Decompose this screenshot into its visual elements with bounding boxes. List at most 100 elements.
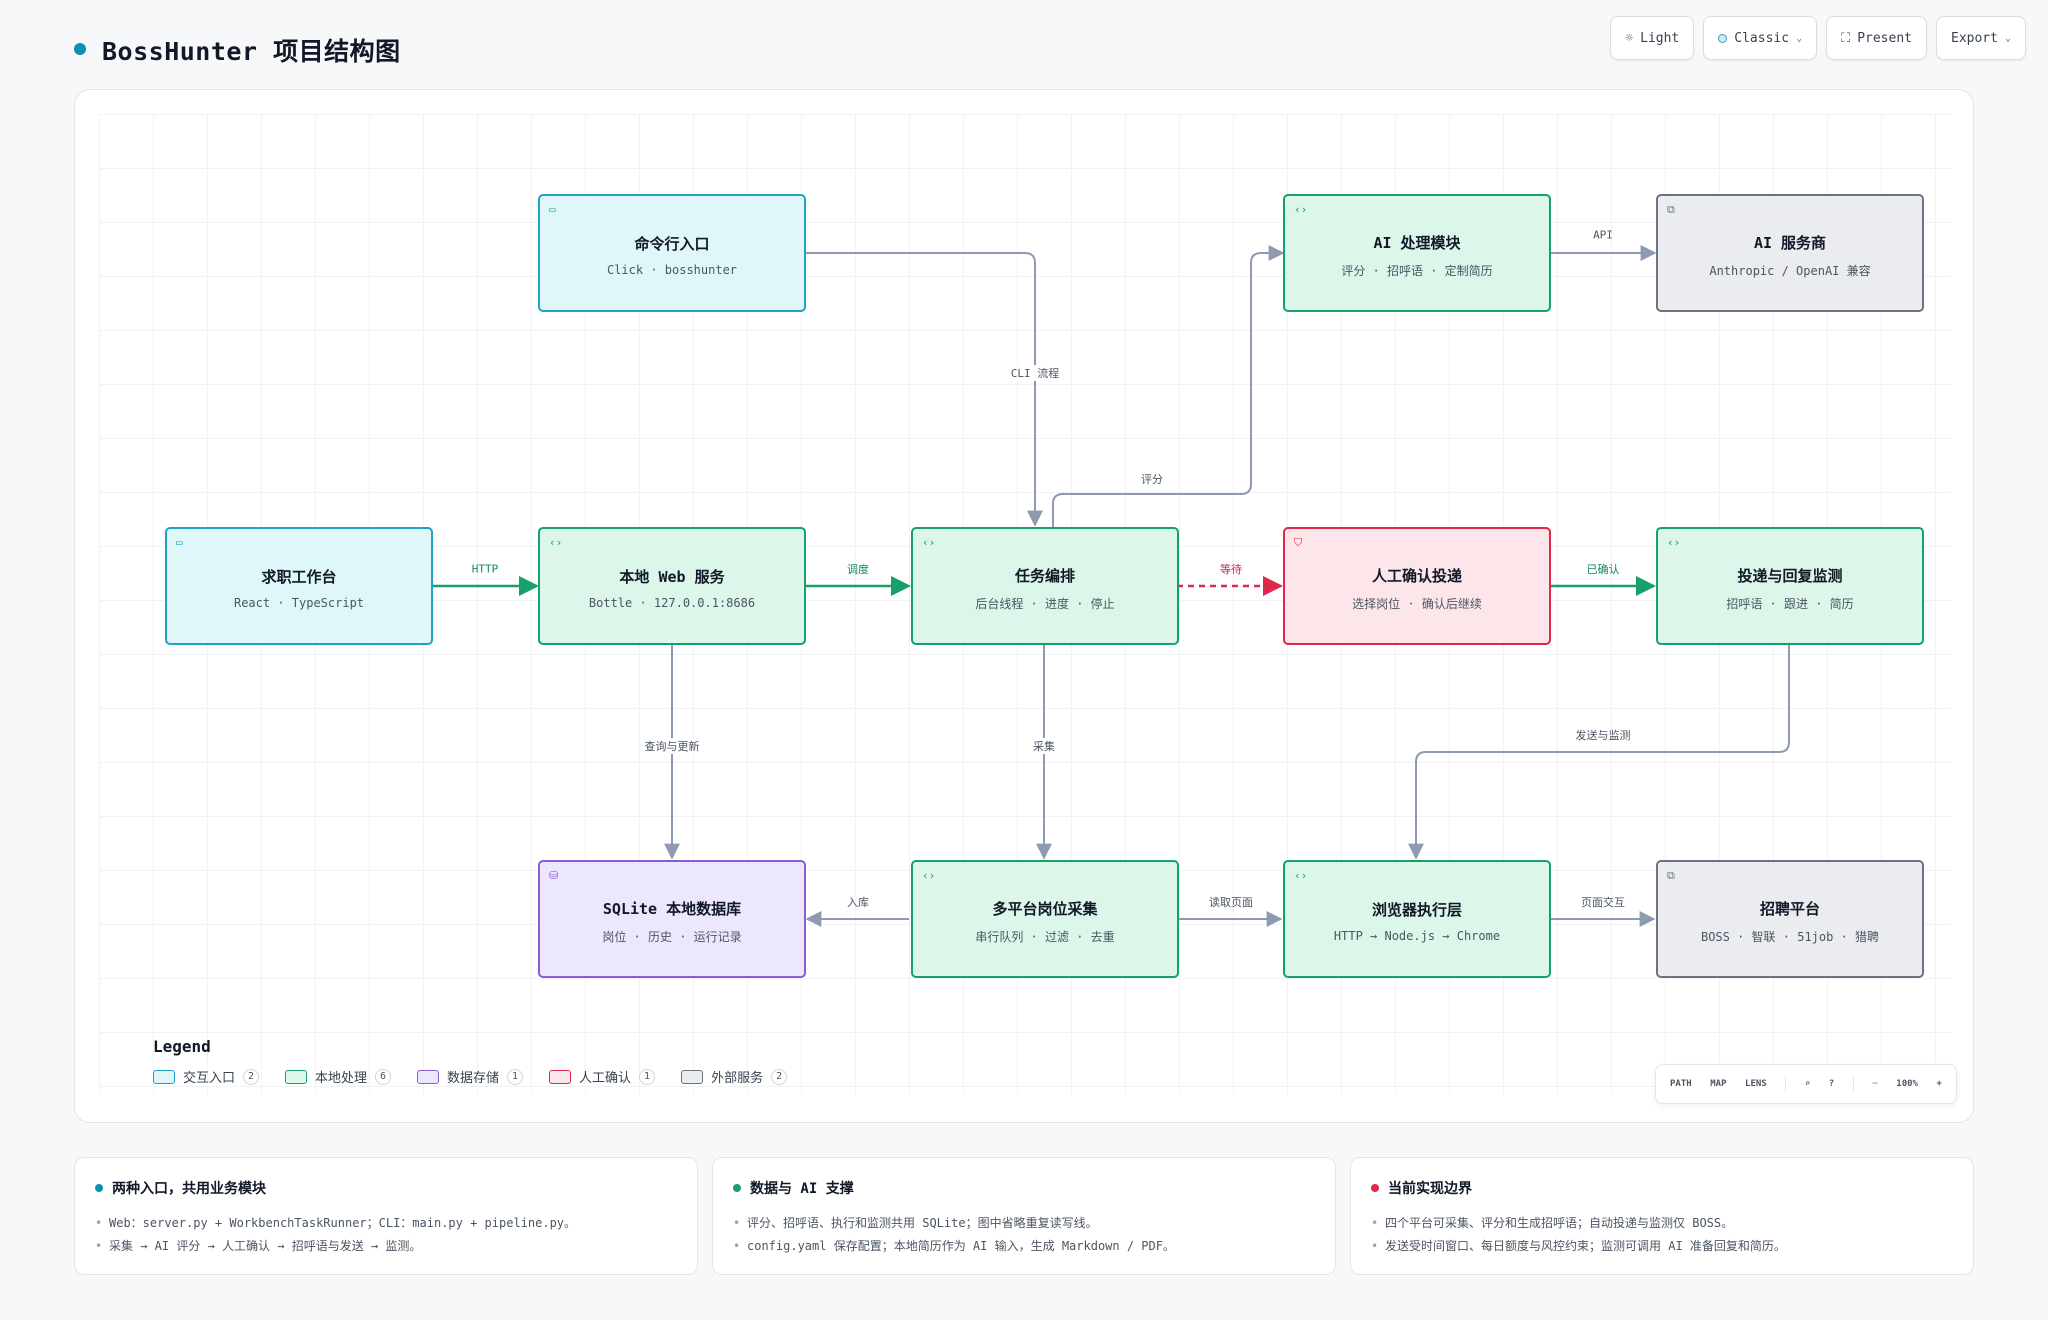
path-toggle[interactable]: PATH xyxy=(1670,1079,1692,1089)
legend: Legend 交互入口 2 本地处理 6 数据存储 1 人工确认 1 外部服务 … xyxy=(153,1037,788,1086)
shield-icon: ⛉ xyxy=(1294,536,1303,549)
legend-item[interactable]: 外部服务 2 xyxy=(681,1067,788,1086)
edge-label-page-interact: 页面交互 xyxy=(1581,896,1625,909)
node-subtitle: BOSS · 智联 · 51job · 猎聘 xyxy=(1700,929,1880,944)
info-card-data-ai: 数据与 AI 支撑 评分、招呼语、执行和监测共用 SQLite；图中省略重复读写… xyxy=(712,1157,1336,1275)
edge-orchestrator-to-ai xyxy=(1052,245,1285,527)
divider xyxy=(1852,1076,1854,1092)
info-card-list: Web：server.py + WorkbenchTaskRunner；CLI：… xyxy=(95,1212,677,1258)
legend-label: 数据存储 xyxy=(447,1071,500,1086)
info-card-list: 四个平台可采集、评分和生成招呼语；自动投递与监测仅 BOSS。 发送受时间窗口、… xyxy=(1371,1212,1953,1258)
diagram-canvas[interactable]: CLI 流程 评分 API HTTP 调度 等待 已确认 查询与更新 采集 发送… xyxy=(74,89,1974,1123)
node-platforms[interactable]: ⧉ 招聘平台 BOSS · 智联 · 51job · 猎聘 xyxy=(1656,860,1924,978)
legend-count: 1 xyxy=(639,1068,656,1085)
theme-select[interactable]: Classic ⌄ xyxy=(1703,16,1818,60)
node-web-service[interactable]: ‹› 本地 Web 服务 Bottle · 127.0.0.1:8686 xyxy=(538,527,806,645)
database-icon: ⛁ xyxy=(549,869,559,882)
info-card-list: 评分、招呼语、执行和监测共用 SQLite；图中省略重复读写线。 config.… xyxy=(733,1212,1315,1258)
lens-toggle[interactable]: LENS xyxy=(1745,1079,1767,1089)
node-title: 招聘平台 xyxy=(1759,899,1820,918)
node-title: 多平台岗位采集 xyxy=(992,899,1098,918)
edge-label-api: API xyxy=(1593,228,1613,242)
info-card-line: 四个平台可采集、评分和生成招呼语；自动投递与监测仅 BOSS。 xyxy=(1371,1212,1953,1235)
view-controls: PATH MAP LENS ⌕ ? − 100% + xyxy=(1655,1064,1957,1104)
legend-count: 1 xyxy=(507,1068,524,1085)
legend-title: Legend xyxy=(153,1037,211,1056)
edge-cli-to-orchestrator xyxy=(805,252,1043,527)
external-link-icon: ⧉ xyxy=(1667,869,1675,882)
fullscreen-icon: ⛶ xyxy=(1841,30,1851,46)
node-orchestrator[interactable]: ‹› 任务编排 后台线程 · 进度 · 停止 xyxy=(911,527,1179,645)
node-title: 投递与回复监测 xyxy=(1737,566,1843,585)
node-subtitle: Bottle · 127.0.0.1:8686 xyxy=(588,596,756,610)
theme-swatch-icon xyxy=(1718,33,1728,43)
info-card-title: 数据与 AI 支撑 xyxy=(733,1178,1315,1198)
legend-swatch xyxy=(153,1069,175,1084)
node-collect[interactable]: ‹› 多平台岗位采集 串行队列 · 过滤 · 去重 xyxy=(911,860,1179,978)
help-icon[interactable]: ? xyxy=(1829,1079,1834,1089)
zoom-out-button[interactable]: − xyxy=(1872,1079,1877,1089)
info-card-line: 评分、招呼语、执行和监测共用 SQLite；图中省略重复读写线。 xyxy=(733,1212,1315,1235)
chevron-down-icon: ⌄ xyxy=(1796,32,1803,44)
node-subtitle: HTTP → Node.js → Chrome xyxy=(1333,929,1501,943)
info-dot xyxy=(95,1184,103,1192)
node-ai-module[interactable]: ‹› AI 处理模块 评分 · 招呼语 · 定制简历 xyxy=(1283,194,1551,312)
node-title: AI 服务商 xyxy=(1753,233,1827,252)
window-icon: ▭ xyxy=(549,203,556,216)
info-card-line: config.yaml 保存配置；本地简历作为 AI 输入，生成 Markdow… xyxy=(733,1235,1315,1258)
node-title: 求职工作台 xyxy=(261,568,337,586)
node-subtitle: Click · bosshunter xyxy=(606,263,738,277)
export-button[interactable]: Export ⌄ xyxy=(1936,16,2026,60)
zoom-in-button[interactable]: + xyxy=(1937,1079,1942,1089)
info-card-line: 采集 → AI 评分 → 人工确认 → 招呼语与发送 → 监测。 xyxy=(95,1235,677,1258)
edge-label-store: 入库 xyxy=(847,896,869,909)
node-subtitle: 岗位 · 历史 · 运行记录 xyxy=(602,929,742,944)
legend-item[interactable]: 人工确认 1 xyxy=(549,1067,656,1086)
node-sqlite[interactable]: ⛁ SQLite 本地数据库 岗位 · 历史 · 运行记录 xyxy=(538,860,806,978)
node-manual-confirm[interactable]: ⛉ 人工确认投递 选择岗位 · 确认后继续 xyxy=(1283,527,1551,645)
node-title: 浏览器执行层 xyxy=(1371,901,1462,919)
info-dot xyxy=(1371,1184,1379,1192)
legend-swatch xyxy=(285,1069,308,1084)
legend-swatch xyxy=(417,1069,440,1084)
code-icon: ‹› xyxy=(549,536,563,549)
legend-items: 交互入口 2 本地处理 6 数据存储 1 人工确认 1 外部服务 2 xyxy=(153,1067,788,1086)
legend-item[interactable]: 交互入口 2 xyxy=(153,1067,260,1086)
edge-label-send-monitor: 发送与监测 xyxy=(1575,729,1631,742)
node-subtitle: 后台线程 · 进度 · 停止 xyxy=(975,596,1115,611)
node-subtitle: 串行队列 · 过滤 · 去重 xyxy=(975,929,1115,944)
legend-label: 交互入口 xyxy=(183,1071,236,1086)
code-icon: ‹› xyxy=(1294,869,1308,882)
chevron-down-icon: ⌄ xyxy=(2004,32,2011,44)
theme-label: Classic xyxy=(1734,30,1790,46)
info-card-title-text: 当前实现边界 xyxy=(1388,1181,1472,1197)
present-label: Present xyxy=(1857,30,1912,46)
legend-count: 2 xyxy=(243,1068,260,1085)
edge-label-cli-flow: CLI 流程 xyxy=(1007,365,1063,381)
node-workbench[interactable]: ▭ 求职工作台 React · TypeScript xyxy=(165,527,433,645)
node-browser[interactable]: ‹› 浏览器执行层 HTTP → Node.js → Chrome xyxy=(1283,860,1551,978)
info-card-line: Web：server.py + WorkbenchTaskRunner；CLI：… xyxy=(95,1212,677,1235)
node-cli-entry[interactable]: ▭ 命令行入口 Click · bosshunter xyxy=(538,194,806,312)
legend-item[interactable]: 数据存储 1 xyxy=(417,1067,524,1086)
legend-count: 2 xyxy=(771,1068,788,1085)
title-dot xyxy=(74,43,86,55)
code-icon: ‹› xyxy=(1667,536,1681,549)
legend-label: 人工确认 xyxy=(579,1071,632,1086)
edge-label-query-update: 查询与更新 xyxy=(641,738,703,754)
node-ai-provider[interactable]: ⧉ AI 服务商 Anthropic / OpenAI 兼容 xyxy=(1656,194,1924,312)
info-card-title: 两种入口，共用业务模块 xyxy=(95,1178,677,1198)
node-monitor[interactable]: ‹› 投递与回复监测 招呼语 · 跟进 · 简历 xyxy=(1656,527,1924,645)
info-dot xyxy=(733,1184,741,1192)
map-toggle[interactable]: MAP xyxy=(1710,1079,1726,1089)
node-title: 人工确认投递 xyxy=(1371,566,1462,585)
search-icon[interactable]: ⌕ xyxy=(1805,1079,1810,1089)
present-button[interactable]: ⛶ Present xyxy=(1826,16,1927,60)
light-mode-button[interactable]: ☼ Light xyxy=(1610,16,1695,60)
legend-swatch xyxy=(549,1069,572,1084)
legend-item[interactable]: 本地处理 6 xyxy=(285,1067,392,1086)
edge-label-score: 评分 xyxy=(1141,473,1163,486)
code-icon: ‹› xyxy=(922,536,936,549)
edge-label-wait: 等待 xyxy=(1220,563,1242,576)
legend-count: 6 xyxy=(375,1068,392,1085)
